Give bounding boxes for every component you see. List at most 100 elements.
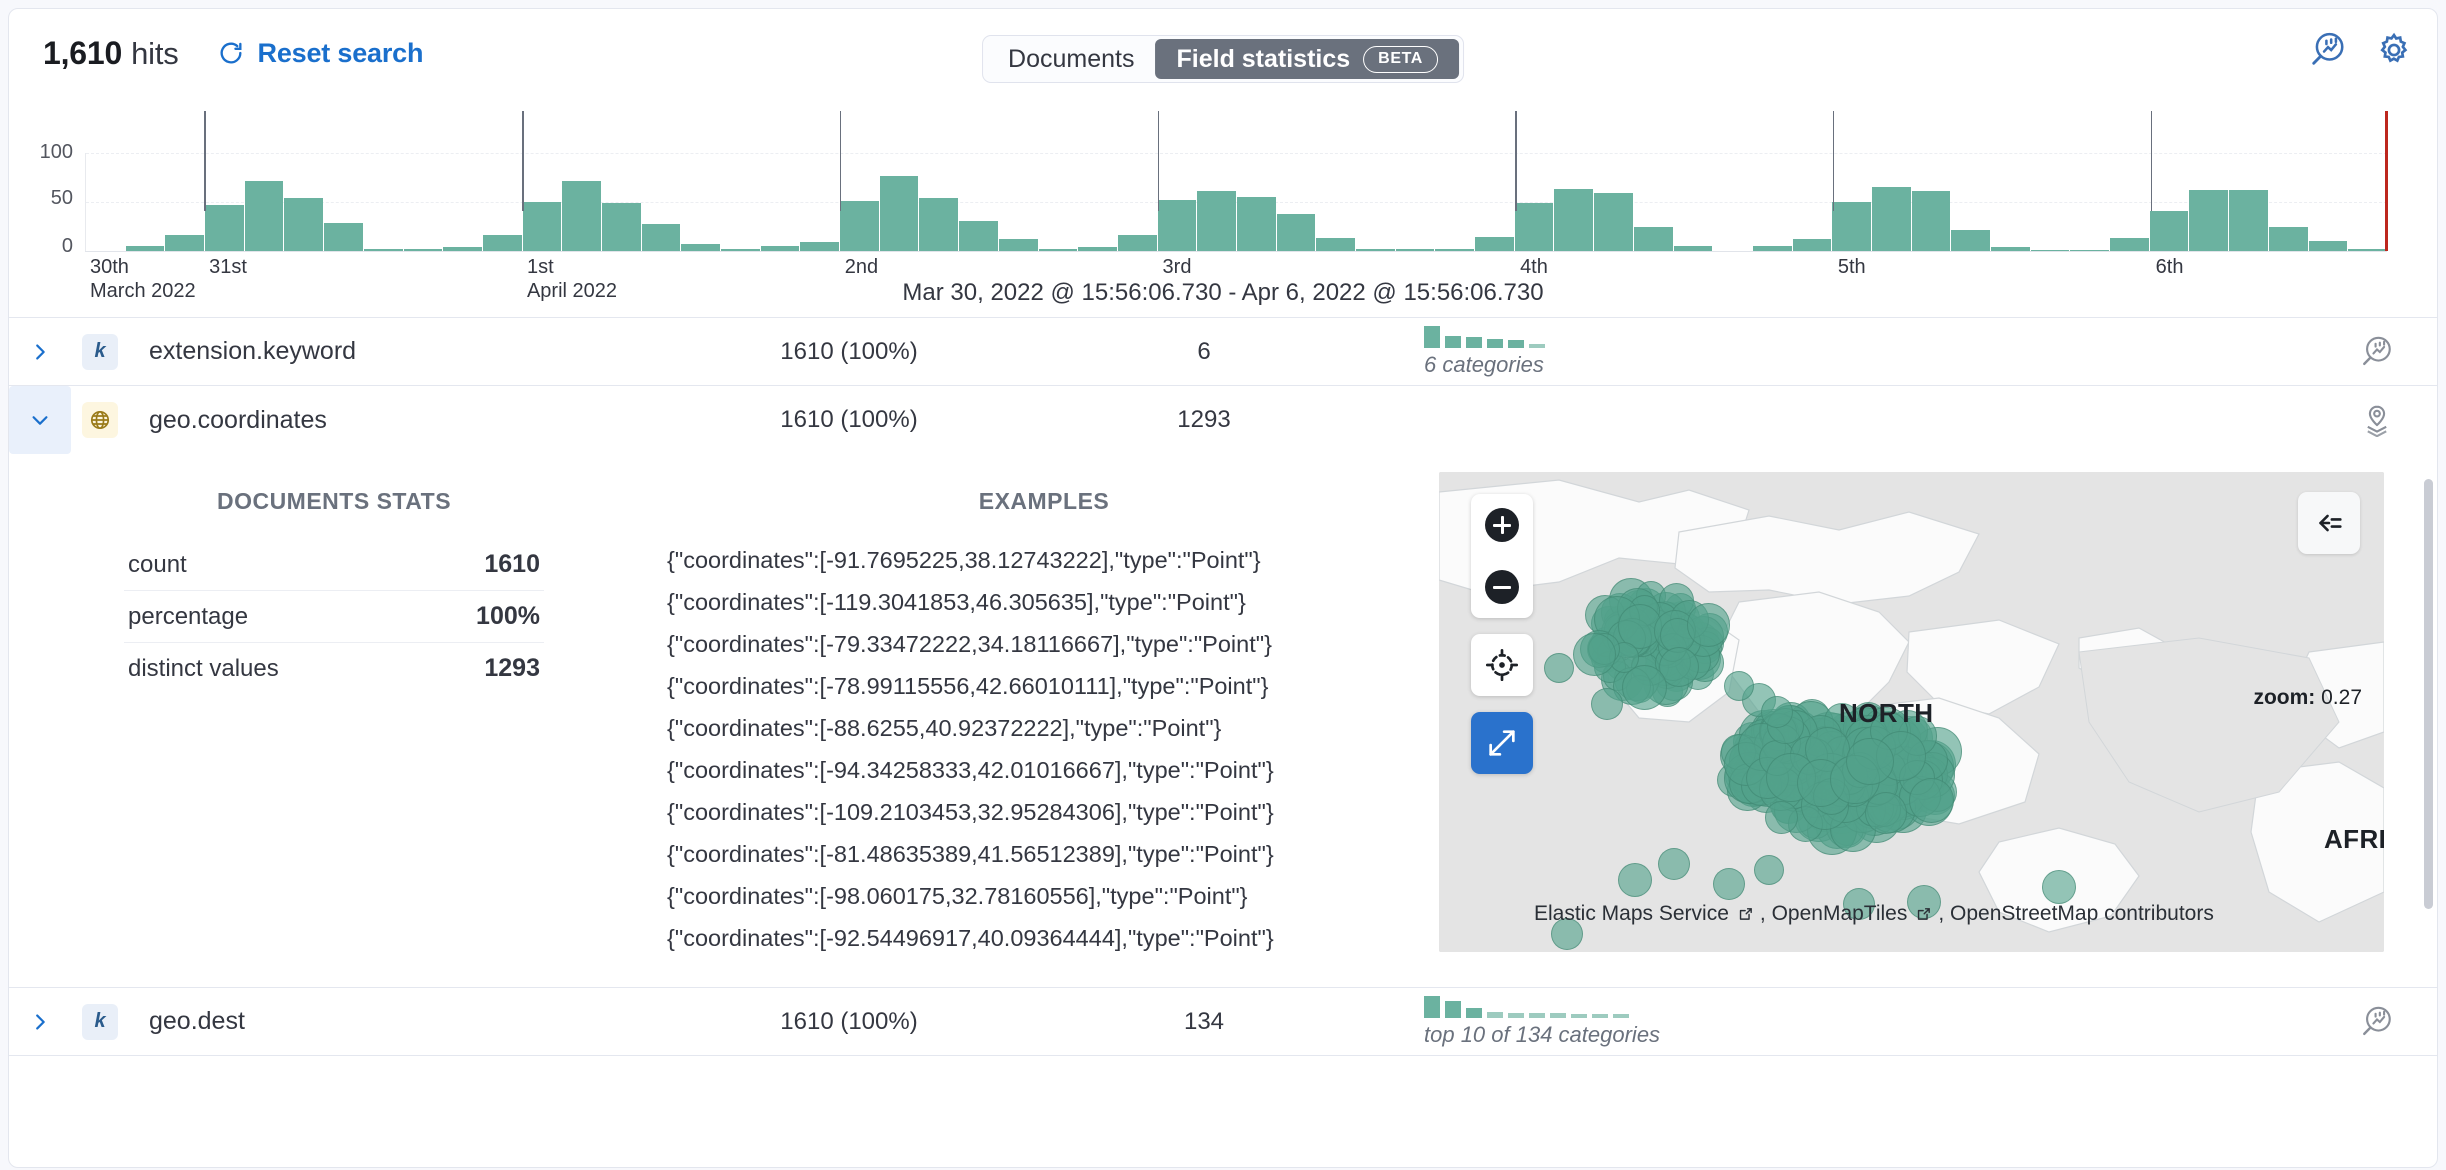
- x-tick-label: 3rd: [1158, 255, 1192, 279]
- histogram-bar: [324, 222, 363, 251]
- x-tick-mark: [521, 111, 524, 211]
- zoom-in-button[interactable]: [1471, 494, 1533, 556]
- tab-documents[interactable]: Documents: [987, 39, 1155, 79]
- sparkline-bar: [1571, 1013, 1587, 1018]
- field-documents: 1610 (100%): [780, 337, 918, 365]
- x-tick-mark: [839, 111, 842, 211]
- field-distribution: 6 categories: [1384, 325, 2317, 378]
- discover-analytics-icon[interactable]: [2360, 335, 2394, 369]
- geo-marker: [1618, 863, 1652, 897]
- tab-field-statistics-label: Field statistics: [1176, 44, 1351, 73]
- map-layers-icon[interactable]: [2360, 403, 2394, 437]
- x-tick-label: 2nd: [840, 255, 878, 279]
- expand-row-button[interactable]: [9, 318, 71, 385]
- map-zoom-value: 0.27: [2321, 686, 2362, 709]
- x-tick-label: 4th: [1515, 255, 1548, 279]
- stat-label: percentage: [128, 602, 249, 630]
- stat-label: count: [128, 550, 187, 578]
- gear-icon[interactable]: [2375, 31, 2413, 69]
- attribution-openmaptiles[interactable]: , OpenMapTiles: [1760, 902, 1907, 926]
- keyword-type-icon: k: [82, 1003, 118, 1040]
- field-type: k: [71, 1003, 129, 1040]
- histogram-bar: [1276, 213, 1316, 251]
- attribution-openstreetmap[interactable]: , OpenStreetMap contributors: [1938, 902, 2213, 926]
- tab-field-statistics[interactable]: Field statistics BETA: [1155, 39, 1459, 79]
- histogram-bar: [2308, 241, 2348, 251]
- beta-badge: BETA: [1363, 45, 1438, 73]
- collapse-legend-button[interactable]: [2298, 492, 2360, 554]
- histogram-bar: [800, 242, 840, 251]
- sparkline-bar: [1466, 336, 1482, 348]
- histogram-bar: [562, 181, 601, 251]
- histogram-bar: [1475, 237, 1514, 251]
- discover-analytics-icon[interactable]: [2309, 31, 2347, 69]
- histogram-bar: [1633, 226, 1673, 251]
- table-row: count 1610: [124, 539, 544, 591]
- geo-marker: [1658, 848, 1690, 880]
- categories-label: 6 categories: [1424, 351, 1544, 377]
- table-row[interactable]: geo.coordinates 1610 (100%) 1293: [9, 386, 2437, 454]
- histogram-bar: [1117, 235, 1157, 251]
- sparkline-bar: [1592, 1013, 1608, 1018]
- example-value: {"coordinates":[-92.54496917,40.09364444…: [667, 924, 1274, 951]
- stat-value: 100%: [476, 602, 540, 630]
- sparkline-bar: [1529, 1012, 1545, 1018]
- continent-label: NORTH: [1839, 698, 1934, 728]
- geo-marker: [1686, 603, 1731, 647]
- fit-to-bounds-button[interactable]: [1471, 712, 1533, 774]
- fit-to-bounds-icon: [1489, 730, 1515, 756]
- geo-point-map[interactable]: NORTH AFRI zoom: 0.27 Elastic Maps Servi…: [1439, 472, 2384, 952]
- example-value: {"coordinates":[-81.48635389,41.56512389…: [667, 840, 1274, 867]
- x-tick-label: 6th: [2151, 255, 2184, 279]
- histogram-bar: [165, 235, 205, 251]
- zoom-controls: [1471, 494, 1533, 618]
- vertical-scrollbar[interactable]: [2424, 479, 2433, 909]
- histogram-bar: [2229, 190, 2268, 251]
- map-zoom-prefix: zoom:: [2253, 686, 2316, 709]
- expand-row-button[interactable]: [9, 988, 71, 1055]
- locate-control: [1471, 634, 1533, 696]
- field-name: geo.coordinates: [149, 405, 327, 434]
- geo-point-type-icon: [82, 402, 118, 438]
- map-attribution: Elastic Maps Service , OpenMapTiles , Op…: [1534, 902, 2214, 926]
- field-statistics-panel: 1,610 hits Reset search Documents Field …: [8, 8, 2438, 1168]
- reset-search-button[interactable]: Reset search: [217, 38, 423, 69]
- field-list: k extension.keyword 1610 (100%) 6 6 cate…: [9, 317, 2437, 1056]
- sparkline-bar: [1529, 343, 1545, 348]
- chevron-down-icon: [32, 416, 48, 425]
- external-link-icon: [1918, 907, 1931, 920]
- histogram-bar: [1236, 197, 1276, 251]
- histogram-bar: [840, 201, 879, 251]
- hits-count: 1,610: [43, 34, 123, 71]
- histogram-plot[interactable]: [85, 153, 2387, 251]
- sparkline-bar: [1466, 1007, 1482, 1018]
- collapse-row-button[interactable]: [9, 386, 71, 454]
- geo-marker: [1572, 632, 1616, 676]
- crosshair-locate-icon: [1485, 648, 1519, 682]
- example-value: {"coordinates":[-88.6255,40.92372222],"t…: [667, 714, 1222, 741]
- locate-me-button[interactable]: [1471, 634, 1533, 696]
- field-type: [71, 402, 129, 438]
- x-tick-day: 1st: [526, 256, 554, 278]
- histogram-bar: [641, 223, 681, 251]
- x-tick-day: 3rd: [1162, 256, 1192, 278]
- zoom-out-icon: [1485, 570, 1519, 604]
- table-row[interactable]: k geo.dest 1610 (100%) 134 top 10 of 134…: [9, 988, 2437, 1056]
- zoom-out-button[interactable]: [1471, 556, 1533, 618]
- examples-list: {"coordinates":[-91.7695225,38.12743222]…: [659, 539, 1429, 959]
- attribution-elastic-maps-service[interactable]: Elastic Maps Service: [1534, 902, 1729, 926]
- histogram-bar: [919, 198, 959, 251]
- time-histogram: 100 50 0 30th March 2022 31st 1st April 2022…: [9, 97, 2437, 317]
- y-tick-100: 100: [39, 141, 73, 163]
- histogram-bar: [998, 239, 1038, 251]
- example-value: {"coordinates":[-79.33472222,34.18116667…: [667, 630, 1272, 657]
- y-tick-50: 50: [50, 187, 73, 209]
- x-tick-day: 31st: [209, 256, 247, 278]
- table-row[interactable]: k extension.keyword 1610 (100%) 6 6 cate…: [9, 318, 2437, 386]
- discover-analytics-icon[interactable]: [2360, 1005, 2394, 1039]
- toolbar-actions: [2309, 31, 2413, 69]
- x-tick-day: 4th: [1520, 256, 1548, 278]
- x-tick-day: 30th: [90, 256, 129, 278]
- histogram-bar: [2149, 210, 2189, 251]
- histogram-bar: [959, 220, 998, 251]
